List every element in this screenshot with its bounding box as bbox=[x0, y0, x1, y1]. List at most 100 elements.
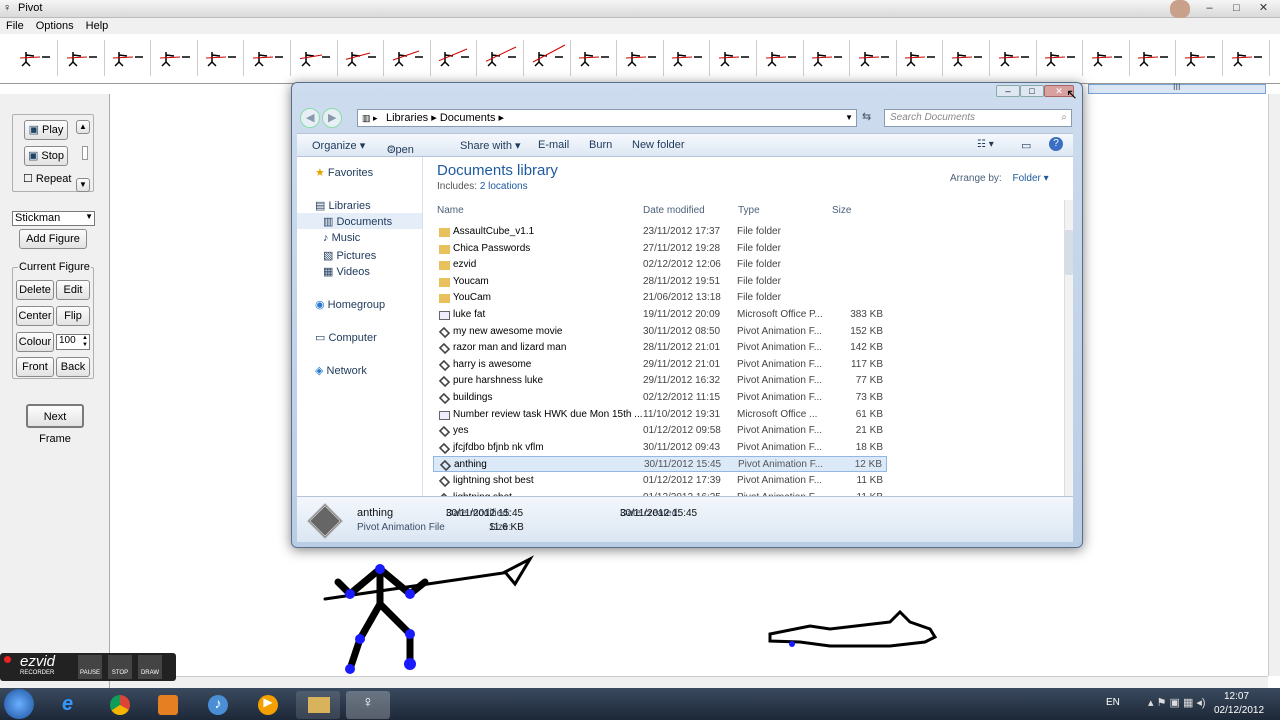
dialog-minimize-button[interactable]: – bbox=[996, 85, 1020, 97]
nav-videos[interactable]: ▦ Videos bbox=[323, 265, 370, 278]
language-indicator[interactable]: EN bbox=[1106, 697, 1120, 708]
minimize-button[interactable]: – bbox=[1196, 0, 1223, 16]
file-row[interactable]: razor man and lizard man 28/11/2012 21:01… bbox=[433, 340, 887, 356]
front-button[interactable]: Front bbox=[16, 357, 54, 377]
speed-up-button[interactable]: ▲ bbox=[76, 120, 90, 134]
file-row[interactable]: harry is awesome 29/11/2012 21:01 Pivot An… bbox=[433, 357, 887, 373]
edit-figure-button[interactable]: Edit bbox=[56, 280, 90, 300]
colour-button[interactable]: Colour bbox=[16, 332, 54, 352]
explorer-taskbar-icon[interactable] bbox=[296, 691, 340, 719]
timeline-frame[interactable] bbox=[851, 40, 897, 76]
file-row[interactable]: jfcjfdbo bfjnb nk vflm 30/11/2012 09:43 Pi… bbox=[433, 440, 887, 456]
timeline-frame[interactable] bbox=[478, 40, 524, 76]
file-list-scrollbar[interactable] bbox=[1064, 200, 1073, 496]
media-player-icon[interactable] bbox=[146, 691, 190, 719]
timeline-frame[interactable] bbox=[664, 40, 711, 76]
ezvid-pause-button[interactable]: PAUSE bbox=[78, 655, 102, 679]
timeline-frame[interactable] bbox=[245, 40, 291, 76]
timeline-frame[interactable] bbox=[59, 40, 105, 76]
start-button[interactable] bbox=[4, 689, 34, 719]
timeline-frame[interactable] bbox=[711, 40, 757, 76]
add-figure-button[interactable]: Add Figure bbox=[19, 229, 87, 249]
colour-value-field[interactable]: 100 ▲ ▼ bbox=[56, 334, 90, 350]
menu-options[interactable]: Options bbox=[30, 19, 80, 33]
share-with-button[interactable]: Share with ▾ bbox=[460, 139, 521, 152]
file-row[interactable]: my new awesome movie 30/11/2012 08:50 Pivo… bbox=[433, 324, 887, 340]
next-frame-button[interactable]: Next Frame bbox=[26, 404, 84, 445]
column-name[interactable]: Name bbox=[437, 205, 464, 216]
column-date-modified[interactable]: Date modified bbox=[643, 205, 705, 216]
timeline-frame[interactable] bbox=[758, 40, 804, 76]
timeline-frame[interactable] bbox=[198, 40, 245, 76]
repeat-checkbox[interactable]: ☐ Repeat bbox=[23, 172, 71, 185]
timeline-frame[interactable] bbox=[571, 40, 618, 76]
file-row[interactable]: Youcam 28/11/2012 19:51 File folder bbox=[433, 274, 887, 290]
forward-nav-button[interactable]: ▶ bbox=[322, 108, 342, 128]
nav-libraries[interactable]: ▤ Libraries bbox=[315, 199, 371, 212]
timeline-frame[interactable] bbox=[991, 40, 1037, 76]
nav-network[interactable]: ◈ Network bbox=[315, 364, 367, 377]
timeline-frame[interactable] bbox=[12, 40, 58, 76]
play-button[interactable]: ▣ Play bbox=[24, 120, 68, 140]
tray-icons[interactable]: ▴ ⚑ ▣ ▦ ◂) bbox=[1148, 696, 1206, 709]
chrome-icon[interactable] bbox=[98, 691, 142, 719]
file-row[interactable]: buildings 02/12/2012 11:15 Pivot Animation… bbox=[433, 390, 887, 406]
email-button[interactable]: E-mail bbox=[538, 139, 569, 151]
file-row[interactable]: Number review task HWK due Mon 15th ... 1… bbox=[433, 407, 887, 423]
canvas-vertical-scrollbar[interactable] bbox=[1268, 94, 1280, 676]
speed-down-button[interactable]: ▼ bbox=[76, 178, 90, 192]
search-input[interactable]: Search Documents ⌕ bbox=[884, 109, 1072, 127]
address-bar[interactable]: ▥ ▸ Libraries ▸ Documents ▸ ▼ bbox=[357, 109, 857, 127]
timeline-frame[interactable] bbox=[1177, 40, 1223, 76]
lying-figure[interactable] bbox=[768, 609, 938, 648]
file-row[interactable]: luke fat 19/11/2012 20:09 Microsoft Office… bbox=[433, 307, 887, 323]
locations-link[interactable]: 2 locations bbox=[480, 181, 528, 192]
new-folder-button[interactable]: New folder bbox=[632, 139, 685, 151]
timeline-frame[interactable] bbox=[292, 40, 338, 76]
preview-pane-icon[interactable]: ▭ bbox=[1021, 139, 1031, 152]
ezvid-draw-button[interactable]: DRAW bbox=[138, 655, 162, 679]
media-center-icon[interactable]: ▶ bbox=[246, 691, 290, 719]
dialog-maximize-button[interactable]: □ bbox=[1020, 85, 1044, 97]
speed-slider[interactable] bbox=[82, 146, 88, 160]
menu-help[interactable]: Help bbox=[80, 19, 115, 33]
address-dropdown-icon[interactable]: ▼ bbox=[845, 110, 853, 126]
clock-date[interactable]: 02/12/2012 bbox=[1214, 705, 1264, 716]
flip-figure-button[interactable]: Flip bbox=[56, 306, 90, 326]
view-options-icon[interactable]: ☷ ▾ bbox=[977, 139, 994, 150]
timeline-frame[interactable] bbox=[1130, 40, 1177, 76]
file-row[interactable]: pure harshness luke 29/11/2012 16:32 Pivot… bbox=[433, 373, 887, 389]
file-row[interactable]: Chica Passwords 27/11/2012 19:28 File fold… bbox=[433, 241, 887, 257]
timeline-frame[interactable] bbox=[897, 40, 944, 76]
file-row[interactable]: ezvid 02/12/2012 12:06 File folder bbox=[433, 257, 887, 273]
timeline-frame[interactable] bbox=[944, 40, 990, 76]
internet-explorer-icon[interactable]: e bbox=[50, 691, 94, 719]
breadcrumb-libraries[interactable]: Libraries bbox=[386, 112, 428, 124]
timeline-frame[interactable] bbox=[525, 40, 571, 76]
menu-file[interactable]: File bbox=[0, 19, 30, 33]
itunes-icon[interactable]: ♪ bbox=[196, 691, 240, 719]
stop-button[interactable]: ▣ Stop bbox=[24, 146, 68, 166]
column-size[interactable]: Size bbox=[832, 205, 851, 216]
delete-figure-button[interactable]: Delete bbox=[16, 280, 54, 300]
file-row[interactable]: anthing 30/11/2012 15:45 Pivot Animation F… bbox=[433, 456, 887, 473]
timeline-frame[interactable] bbox=[105, 40, 152, 76]
timeline-frame[interactable] bbox=[338, 40, 385, 76]
timeline-frame[interactable] bbox=[152, 40, 198, 76]
burn-button[interactable]: Burn bbox=[589, 139, 612, 151]
timeline-frame[interactable] bbox=[431, 40, 478, 76]
nav-music[interactable]: ♪ Music bbox=[323, 232, 360, 244]
arrange-dropdown[interactable]: Folder ▾ bbox=[1012, 173, 1048, 184]
pivot-taskbar-icon[interactable]: ♀ bbox=[346, 691, 390, 719]
back-button[interactable]: Back bbox=[56, 357, 90, 377]
back-nav-button[interactable]: ◀ bbox=[300, 108, 320, 128]
breadcrumb-documents[interactable]: Documents bbox=[440, 112, 496, 124]
timeline-frame[interactable] bbox=[1084, 40, 1130, 76]
scroll-thumb[interactable] bbox=[1065, 230, 1073, 275]
timeline-frame[interactable] bbox=[804, 40, 851, 76]
file-row[interactable]: lightning shot best 01/12/2012 17:39 Pivot… bbox=[433, 473, 887, 489]
file-row[interactable]: yes 01/12/2012 09:58 Pivot Animation F... 2… bbox=[433, 423, 887, 439]
close-button[interactable]: ✕ bbox=[1250, 0, 1277, 16]
center-figure-button[interactable]: Center bbox=[16, 306, 54, 326]
timeline-scrollbar[interactable]: III bbox=[1088, 82, 1266, 94]
